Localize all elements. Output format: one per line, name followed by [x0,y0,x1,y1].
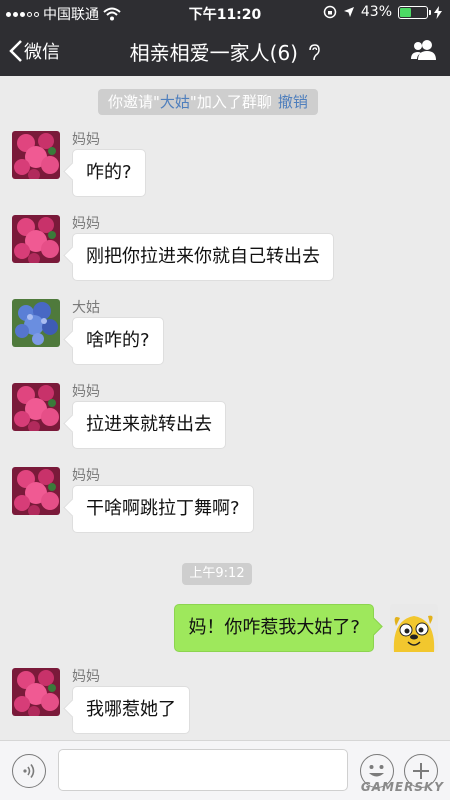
plus-icon [413,763,429,779]
red-flower-avatar[interactable] [12,383,60,431]
battery-fill [400,7,412,17]
chat-title: 相亲相爱一家人(6) [0,37,450,66]
self-message-row: 妈！你咋惹我大姑了? [138,604,438,654]
people-icon [411,40,436,60]
status-right: 43% [323,4,442,20]
message-bubble[interactable]: 啥咋的? [72,317,164,365]
red-flower-avatar[interactable] [12,467,60,515]
sender-name: 妈妈 [72,384,100,400]
sender-name: 妈妈 [72,468,100,484]
sender-name: 大姑 [72,300,100,316]
voice-icon [23,764,35,778]
group-members-button[interactable] [410,38,438,66]
battery-percent: 43% [360,4,392,20]
chat-area[interactable]: 你邀请"大姑"加入了群聊 撤销 妈妈 咋的? 妈妈 刚把你拉进来你就自己转出去 大… [0,76,450,740]
red-flower-avatar[interactable] [12,215,60,263]
message-bubble[interactable]: 拉进来就转出去 [72,401,226,449]
voice-button[interactable] [12,754,46,788]
time-stamp: 上午9:12 [182,563,252,585]
notice-name-link[interactable]: 大姑 [160,93,190,111]
watermark-text: GAMERSKY [360,780,444,794]
message-bubble[interactable]: 咋的? [72,149,146,197]
yellow-dog-avatar[interactable] [390,604,438,652]
charging-bolt-icon [434,5,442,19]
ear-icon [309,44,321,61]
chat-title-text: 相亲相爱一家人(6) [129,41,298,65]
message-bubble[interactable]: 干啥啊跳拉丁舞啊? [72,485,254,533]
invite-notice: 你邀请"大姑"加入了群聊 撤销 [98,89,318,115]
self-message-bubble[interactable]: 妈！你咋惹我大姑了? [174,604,374,652]
notice-prefix: 你邀请" [108,93,160,111]
message-bubble[interactable]: 刚把你拉进来你就自己转出去 [72,233,334,281]
red-flower-avatar[interactable] [12,131,60,179]
message-input[interactable] [58,749,348,791]
sender-name: 妈妈 [72,132,100,148]
location-arrow-icon [343,7,354,17]
battery-icon [398,5,431,19]
sender-name: 妈妈 [72,216,100,232]
nav-bar: 微信 相亲相爱一家人(6) [0,26,450,76]
red-flower-avatar[interactable] [12,668,60,716]
undo-link[interactable]: 撤销 [278,93,308,111]
sender-name: 妈妈 [72,669,100,685]
notice-suffix: "加入了群聊 [189,93,272,111]
rotation-lock-icon [323,5,337,19]
message-bubble[interactable]: 我哪惹她了 [72,686,190,734]
blue-hydrangea-avatar[interactable] [12,299,60,347]
status-bar: 中国联通 下午11:20 43% [0,0,450,26]
